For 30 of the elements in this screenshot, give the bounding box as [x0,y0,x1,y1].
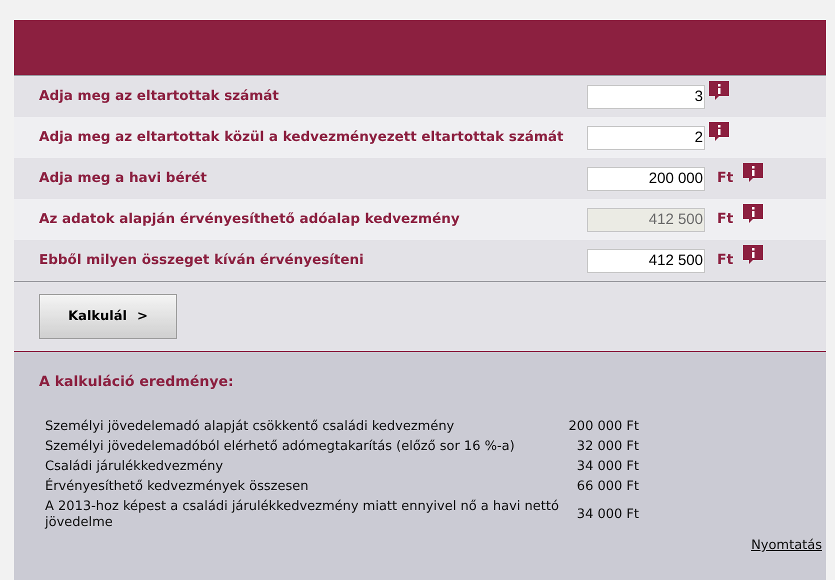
result-value: 34 000 Ft [576,507,639,523]
info-icon[interactable] [743,163,764,183]
unit-label: Ft [717,169,734,188]
input-field[interactable]: 412 500 [587,248,705,272]
result-label: Családi járulékkedvezmény [45,459,224,475]
info-icon[interactable] [709,81,729,101]
result-label: A 2013-hoz képest a családi járulékkedvezmény miatt ennyivel nő a havi nettó jövedelme [45,499,560,531]
input-field[interactable]: 2 [587,126,705,150]
print-link[interactable]: Nyomtatás [751,536,822,556]
result-value: 200 000 Ft [568,419,639,435]
info-icon[interactable] [743,245,764,265]
input-field[interactable]: 3 [587,84,705,108]
result-value: 32 000 Ft [576,439,639,455]
info-icon[interactable] [709,122,729,142]
field-label: Ebből milyen összeget kíván érvényesíteni [39,251,365,270]
field-label: Adja meg az eltartottak közül a kedvezményezett eltartottak számát [39,128,564,148]
field-label: Adja meg az eltartottak számát [39,87,280,106]
result-label: Személyi jövedelemadóból elérhető adómegtakarítás (előző sor 16 %-a) [45,439,516,455]
input-field[interactable]: 200 000 [587,166,705,190]
info-icon[interactable] [743,204,764,224]
unit-label: Ft [717,251,734,270]
results-title: A kalkuláció eredménye: [39,373,235,392]
result-value: 66 000 Ft [576,479,639,495]
unit-label: Ft [717,210,734,229]
field-label: Az adatok alapján érvényesíthető adóalap kedvezmény [39,210,461,230]
result-value: 34 000 Ft [576,459,639,475]
calculate-button[interactable]: Kalkulál > [39,294,177,339]
result-label: Személyi jövedelemadó alapját csökkentő családi kedvezmény [45,419,456,435]
result-label: Érvényesíthető kedvezmények összesen [45,479,310,495]
field-label: Adja meg a havi bérét [39,169,208,188]
